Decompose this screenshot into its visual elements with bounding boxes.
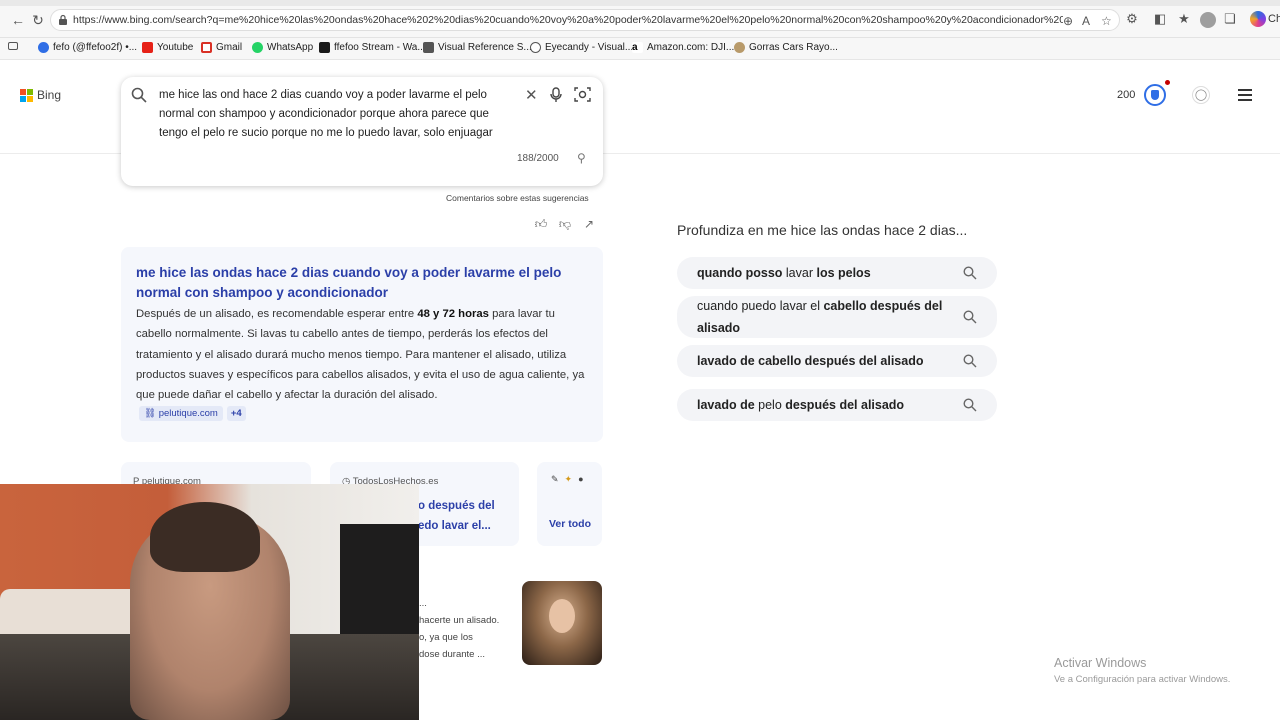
related-title: Profundiza en me hice las ondas hace 2 d… bbox=[677, 222, 968, 238]
bing-logo[interactable]: Bing bbox=[20, 88, 61, 102]
pen-icon: ✎ bbox=[551, 474, 559, 484]
see-all-card[interactable]: ✎ ✦ ● Ver todo bbox=[537, 462, 602, 546]
split-screen-icon[interactable]: ◧ bbox=[1152, 11, 1168, 27]
bookmark-stream[interactable]: ffefoo Stream - Wa... bbox=[319, 42, 426, 53]
answer-feedback: 👍︎ 👎︎ ↗ bbox=[534, 217, 596, 231]
related-search-text: quando posso lavar los pelos bbox=[697, 266, 871, 280]
rewards-count[interactable]: 200 bbox=[1117, 89, 1135, 101]
refresh-icon[interactable]: ↻ bbox=[30, 12, 46, 28]
query-line: tengo el pelo re sucio porque no me lo p… bbox=[159, 127, 493, 139]
search-box[interactable]: me hice las ond hace 2 dias cuando voy a… bbox=[121, 77, 603, 186]
windows-activation-watermark: Activar Windows Ve a Configuración para … bbox=[1054, 656, 1231, 685]
search-icon bbox=[131, 87, 147, 103]
pin-icon[interactable]: ⚲ bbox=[577, 151, 586, 165]
back-icon[interactable]: ← bbox=[10, 12, 26, 28]
result-thumbnail[interactable] bbox=[522, 581, 602, 665]
thumbs-down-icon[interactable]: 👎︎ bbox=[558, 217, 572, 231]
more-sources-chip[interactable]: +4 bbox=[226, 406, 246, 421]
kick-icon bbox=[319, 42, 330, 53]
link-icon: ⛓ bbox=[144, 408, 159, 419]
related-search-text: cuando puedo lavar el cabello después de… bbox=[697, 299, 943, 335]
favorites-icon[interactable]: ★ bbox=[1176, 11, 1192, 27]
gmail-icon bbox=[201, 42, 212, 53]
extension-icon[interactable]: ⚙ bbox=[1124, 11, 1140, 27]
address-bar[interactable]: https://www.bing.com/search?q=me%20hice%… bbox=[50, 9, 1120, 31]
answer-sources: ⛓ pelutique.com +4 bbox=[139, 406, 246, 421]
portrait-image bbox=[549, 599, 575, 633]
query-line: me hice las ond hace 2 dias cuando voy a… bbox=[159, 89, 487, 101]
answer-card: me hice las ondas hace 2 dias cuando voy… bbox=[121, 247, 603, 442]
search-icon bbox=[963, 354, 977, 368]
copilot-icon[interactable] bbox=[1250, 11, 1266, 27]
suggestions-feedback-link[interactable]: Comentarios sobre estas sugerencias bbox=[446, 193, 589, 203]
bookmark-amazon[interactable]: a Amazon.com: DJI... bbox=[632, 42, 734, 53]
search-icon bbox=[963, 398, 977, 412]
thumbs-up-icon[interactable]: 👍︎ bbox=[534, 217, 548, 231]
source-chip[interactable]: ⛓ pelutique.com bbox=[139, 406, 223, 421]
search-input[interactable]: me hice las ond hace 2 dias cuando voy a… bbox=[159, 86, 509, 143]
bookmarks-menu-icon[interactable] bbox=[8, 42, 18, 50]
bookmark-gorras[interactable]: Gorras Cars Rayo... bbox=[734, 42, 838, 53]
notification-dot bbox=[1165, 80, 1170, 85]
bookmark-youtube[interactable]: Youtube bbox=[142, 42, 193, 53]
user-icon[interactable]: ◯ bbox=[1192, 86, 1210, 104]
amazon-icon: a bbox=[632, 42, 643, 53]
tab-strip bbox=[0, 0, 1280, 6]
search-icon bbox=[963, 266, 977, 280]
related-search-item[interactable]: lavado de pelo después del alisado bbox=[677, 389, 997, 421]
bookmark-eyecandy[interactable]: Eyecandy - Visual... bbox=[530, 42, 633, 53]
search-icon bbox=[963, 310, 977, 324]
globe-icon: ● bbox=[578, 474, 584, 484]
favorite-star-icon[interactable]: ☆ bbox=[1101, 14, 1112, 28]
youtube-icon bbox=[142, 42, 153, 53]
site-icons: ✎ ✦ ● bbox=[551, 474, 584, 485]
whatsapp-icon bbox=[252, 42, 263, 53]
related-search-item[interactable]: cuando puedo lavar el cabello después de… bbox=[677, 296, 997, 338]
answer-body: Después de un alisado, es recomendable e… bbox=[136, 308, 585, 402]
hamburger-menu-icon[interactable] bbox=[1238, 89, 1252, 101]
webcam-overlay bbox=[0, 484, 419, 720]
copilot-label: Ch bbox=[1268, 13, 1280, 25]
bookmark-gmail[interactable]: Gmail bbox=[201, 42, 242, 53]
related-search-item[interactable]: quando posso lavar los pelos bbox=[677, 257, 997, 289]
profile-bookmark-icon bbox=[38, 42, 49, 53]
see-all-link[interactable]: Ver todo bbox=[549, 518, 591, 530]
character-count: 188/2000 bbox=[517, 153, 559, 164]
visual-reference-icon bbox=[423, 42, 434, 53]
related-search-item[interactable]: lavado de cabello después del alisado bbox=[677, 345, 997, 377]
rewards-icon[interactable] bbox=[1144, 84, 1166, 106]
visual-search-icon[interactable] bbox=[574, 86, 591, 103]
hair-image bbox=[150, 502, 260, 572]
collections-icon[interactable]: ❏ bbox=[1222, 11, 1238, 27]
read-aloud-icon[interactable]: A bbox=[1082, 14, 1090, 28]
bookmarks-bar: fefo (@ffefoo2f) •... Youtube Gmail What… bbox=[0, 38, 1280, 60]
bolt-icon: ✦ bbox=[564, 474, 573, 484]
clear-icon[interactable]: ✕ bbox=[525, 86, 538, 104]
eyecandy-icon bbox=[530, 42, 541, 53]
share-icon[interactable]: ↗ bbox=[582, 217, 596, 231]
lock-icon bbox=[59, 14, 67, 25]
bookmark-visual-reference[interactable]: Visual Reference S... bbox=[423, 42, 532, 53]
zoom-icon[interactable]: ⊕ bbox=[1063, 14, 1073, 28]
related-search-text: lavado de cabello después del alisado bbox=[697, 354, 924, 368]
query-line: normal con shampoo y acondicionador porq… bbox=[159, 108, 489, 120]
gorras-icon bbox=[734, 42, 745, 53]
microphone-icon[interactable] bbox=[549, 87, 563, 103]
browser-toolbar: ← ↻ https://www.bing.com/search?q=me%20h… bbox=[0, 0, 1280, 38]
url-text: https://www.bing.com/search?q=me%20hice%… bbox=[73, 14, 1063, 26]
bookmark-whatsapp[interactable]: WhatsApp bbox=[252, 42, 313, 53]
microsoft-logo-icon bbox=[20, 88, 33, 102]
bing-logo-text: Bing bbox=[37, 88, 62, 102]
web-result-snippet: ... hacerte un alisado. o, ya que los do… bbox=[419, 598, 500, 660]
answer-title[interactable]: me hice las ondas hace 2 dias cuando voy… bbox=[136, 263, 591, 303]
profile-avatar[interactable] bbox=[1200, 12, 1216, 28]
bookmark-fefo[interactable]: fefo (@ffefoo2f) •... bbox=[38, 42, 137, 53]
card-title: o después del edo lavar el... bbox=[418, 500, 495, 532]
related-search-text: lavado de pelo después del alisado bbox=[697, 398, 905, 412]
